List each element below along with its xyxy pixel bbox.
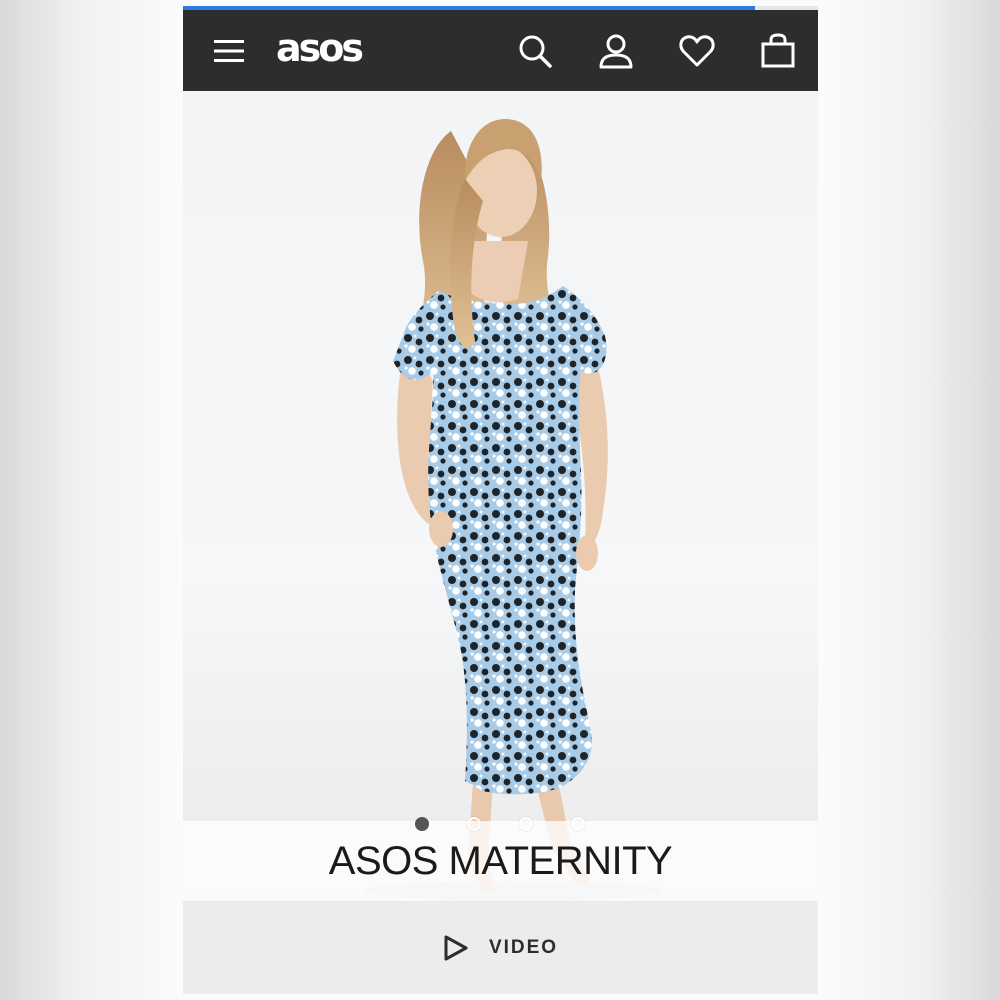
brand-name[interactable]: ASOS MATERNITY [183,841,818,881]
bag-icon [761,32,795,67]
product-image[interactable] [183,91,818,909]
asos-logo[interactable]: asos [276,28,364,68]
search-icon [519,35,552,68]
video-button[interactable]: VIDEO [183,902,818,994]
carousel-dot-4[interactable] [571,817,585,831]
carousel-dot-2[interactable] [467,817,481,831]
account-icon [599,34,633,68]
account-button[interactable] [591,10,641,91]
video-label: VIDEO [488,937,559,958]
carousel-dot-3[interactable] [519,817,533,831]
carousel-dot-1[interactable] [415,817,429,831]
phone-screen: asos ASOS MATERNITY VIDEO [183,6,818,994]
menu-button[interactable] [203,10,255,91]
top-navigation-bar: asos [183,10,818,91]
search-button[interactable] [510,10,560,91]
saved-items-button[interactable] [672,10,722,91]
menu-icon [214,39,244,62]
bag-button[interactable] [753,10,803,91]
play-icon [444,935,468,961]
carousel-pagination [183,815,818,833]
product-photo-illustration [363,119,663,901]
heart-icon [679,34,715,66]
